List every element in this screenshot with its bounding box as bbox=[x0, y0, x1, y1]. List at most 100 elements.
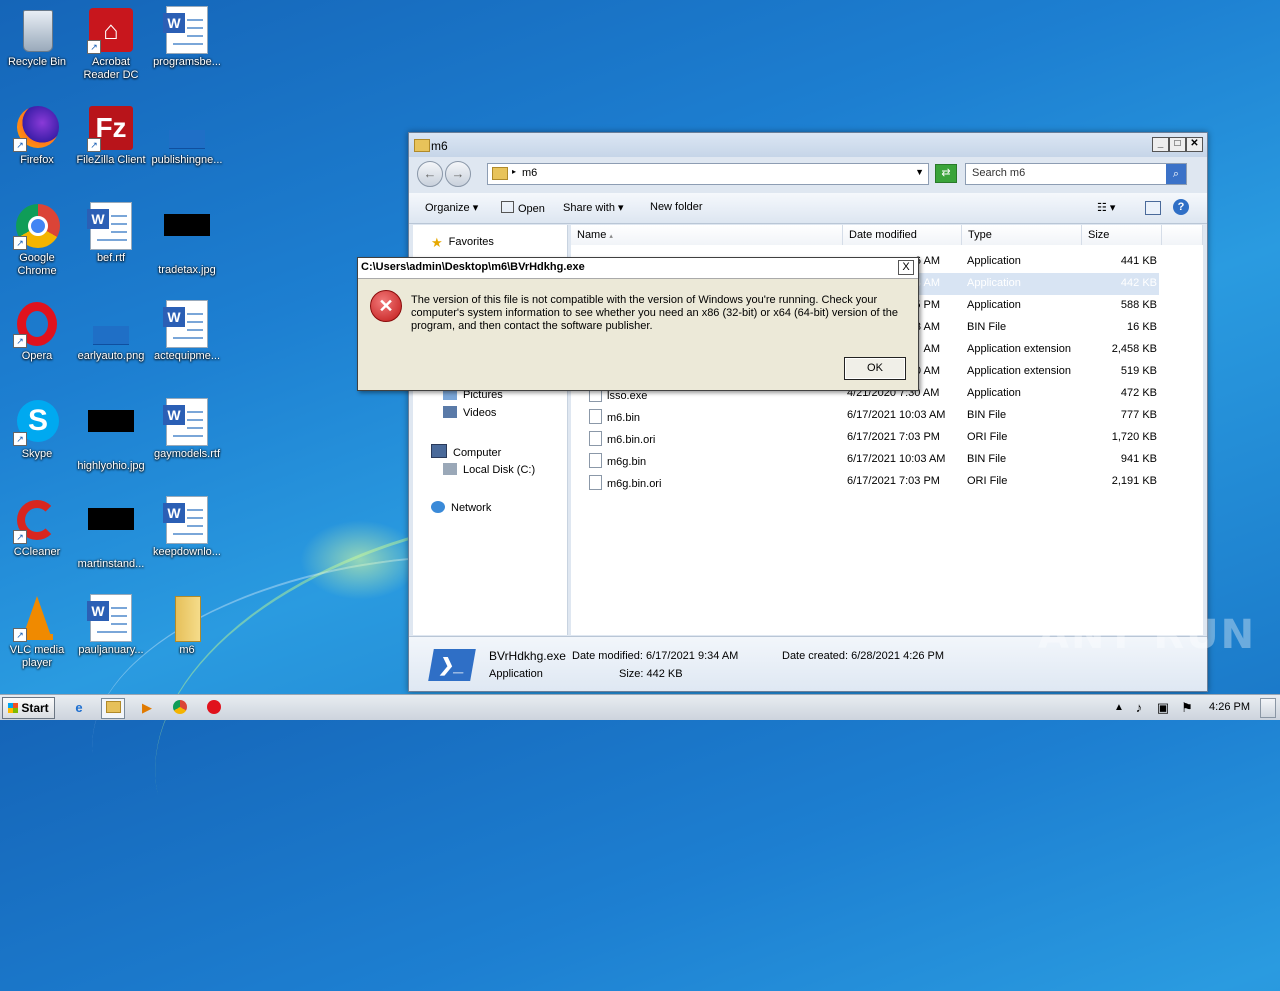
file-size: 941 KB bbox=[1120, 453, 1157, 465]
desktop-icon-tradetax[interactable]: tradetax.jpg bbox=[150, 202, 224, 277]
open-button[interactable]: Open bbox=[501, 201, 545, 215]
table-row[interactable]: m6.bin.ori 6/17/2021 7:03 PM ORI File 1,… bbox=[571, 427, 1203, 449]
volume-icon[interactable]: ♪ bbox=[1128, 698, 1150, 717]
desktop-icon-label: earlyauto.png bbox=[77, 350, 145, 362]
view-options-icon[interactable]: ☷ ▾ bbox=[1097, 201, 1115, 214]
desktop-icon-earlyauto[interactable]: earlyauto.png bbox=[74, 300, 148, 363]
desktop-icon-ccleaner[interactable]: ↗ CCleaner bbox=[0, 496, 74, 559]
table-row[interactable]: m6g.bin 6/17/2021 10:03 AM BIN File 941 … bbox=[571, 449, 1203, 471]
vlc-icon: ↗ bbox=[13, 594, 61, 642]
desktop-icon-skype[interactable]: S ↗ Skype bbox=[0, 398, 74, 461]
file-type: BIN File bbox=[967, 321, 1007, 333]
address-dropdown-icon[interactable]: ▼ bbox=[915, 167, 924, 177]
breadcrumb-arrow-icon[interactable]: ▸ bbox=[512, 167, 516, 176]
shortcut-arrow-icon: ↗ bbox=[87, 138, 101, 152]
nav-favorites[interactable]: ★ Favorites bbox=[431, 235, 494, 250]
desktop-icon-highlyohio[interactable]: highlyohio.jpg bbox=[74, 398, 148, 473]
desktop-icon-publishingne[interactable]: publishingne... bbox=[150, 104, 224, 167]
nav-network[interactable]: Network bbox=[431, 501, 491, 514]
action-center-flag-icon[interactable]: ⚑ bbox=[1176, 698, 1198, 717]
close-button[interactable]: ✕ bbox=[1186, 137, 1203, 152]
maximize-button[interactable]: □ bbox=[1169, 137, 1186, 152]
anyrun-watermark: ANY RUN bbox=[1038, 612, 1257, 658]
command-bar: Organize ▾ Open Share with ▾ New folder … bbox=[409, 193, 1207, 224]
desktop-icon-firefox[interactable]: ↗ Firefox bbox=[0, 104, 74, 167]
desktop-icon-chrome[interactable]: ↗ Google Chrome bbox=[0, 202, 74, 278]
organize-button[interactable]: Organize ▾ bbox=[425, 201, 478, 214]
desktop-icon-recycle-bin[interactable]: Recycle Bin bbox=[0, 6, 74, 69]
opera-icon: ↗ bbox=[13, 300, 61, 348]
desktop-icon-label: tradetax.jpg bbox=[158, 264, 216, 276]
back-button[interactable]: ← bbox=[417, 161, 443, 187]
minimize-button[interactable]: _ bbox=[1152, 137, 1169, 152]
breadcrumb[interactable]: m6 bbox=[522, 167, 537, 179]
desktop-icon-m6[interactable]: m6 bbox=[150, 594, 224, 657]
desktop-icon-martinstand[interactable]: martinstand... bbox=[74, 496, 148, 571]
media-player-icon[interactable]: ▶ bbox=[136, 698, 158, 717]
chrome-taskbar-icon[interactable] bbox=[169, 698, 191, 717]
internet-explorer-icon[interactable]: e bbox=[68, 698, 90, 717]
file-size: 777 KB bbox=[1120, 409, 1157, 421]
nav-local-disk[interactable]: Local Disk (C:) bbox=[443, 463, 535, 476]
search-input[interactable]: Search m6 ⌕ bbox=[965, 163, 1187, 185]
ok-button[interactable]: OK bbox=[844, 357, 906, 380]
image-file-icon bbox=[163, 104, 211, 152]
table-row[interactable]: m6.bin 6/17/2021 10:03 AM BIN File 777 K… bbox=[571, 405, 1203, 427]
column-header-name[interactable]: Name ▴ bbox=[571, 225, 843, 245]
word-document-icon: W bbox=[163, 496, 211, 544]
preview-pane-icon[interactable] bbox=[1145, 201, 1161, 215]
desktop-icon-vlc[interactable]: ↗ VLC media player bbox=[0, 594, 74, 670]
tray-expand-icon[interactable]: ▲ bbox=[1108, 698, 1130, 717]
desktop-icon-label: Google Chrome bbox=[17, 252, 57, 277]
forward-button[interactable]: → bbox=[445, 161, 471, 187]
desktop-icon-programsbe[interactable]: W programsbe... bbox=[150, 6, 224, 69]
taskbar-clock[interactable]: 4:26 PM bbox=[1209, 701, 1250, 713]
desktop-icon-pauljanuary[interactable]: W pauljanuary... bbox=[74, 594, 148, 657]
explorer-title-bar[interactable]: m6 _ □ ✕ bbox=[409, 133, 1207, 157]
network-tray-icon[interactable]: ▣ bbox=[1152, 698, 1174, 717]
desktop-icon-filezilla[interactable]: Fz ↗ FileZilla Client bbox=[74, 104, 148, 167]
desktop-icon-actequipme[interactable]: W actequipme... bbox=[150, 300, 224, 363]
new-folder-button[interactable]: New folder bbox=[650, 201, 703, 213]
start-button[interactable]: Start bbox=[2, 697, 55, 719]
dialog-title-bar[interactable]: C:\Users\admin\Desktop\m6\BVrHdkhg.exe X bbox=[358, 258, 918, 279]
file-name: m6.bin bbox=[589, 409, 640, 424]
desktop-icon-label: Skype bbox=[21, 448, 53, 460]
word-document-icon: W bbox=[163, 300, 211, 348]
videos-icon bbox=[443, 406, 457, 418]
table-row[interactable]: m6g.bin.ori 6/17/2021 7:03 PM ORI File 2… bbox=[571, 471, 1203, 493]
opera-taskbar-icon[interactable] bbox=[203, 698, 225, 717]
desktop-icon-gaymodels[interactable]: W gaymodels.rtf bbox=[150, 398, 224, 461]
file-size: 1,720 KB bbox=[1111, 431, 1157, 443]
nav-computer[interactable]: Computer bbox=[431, 444, 501, 459]
share-with-button[interactable]: Share with ▾ bbox=[563, 201, 624, 214]
desktop-icon-label: m6 bbox=[179, 644, 195, 656]
desktop-icon-label: highlyohio.jpg bbox=[77, 460, 145, 472]
search-icon[interactable]: ⌕ bbox=[1166, 164, 1186, 184]
file-icon bbox=[589, 409, 602, 424]
address-bar[interactable]: ▸ m6 ▼ bbox=[487, 163, 929, 185]
file-name: m6g.bin bbox=[589, 453, 646, 468]
refresh-icon[interactable]: ⇄ bbox=[935, 164, 957, 183]
dialog-close-button[interactable]: X bbox=[898, 260, 914, 275]
file-size: 2,458 KB bbox=[1111, 343, 1157, 355]
wallpaper-glow bbox=[300, 520, 420, 600]
column-header-size[interactable]: Size bbox=[1082, 225, 1162, 245]
desktop-icon-label: FileZilla Client bbox=[76, 154, 146, 166]
file-icon bbox=[589, 453, 602, 468]
show-desktop-button[interactable] bbox=[1260, 698, 1276, 718]
dialog-message: The version of this file is not compatib… bbox=[411, 294, 898, 332]
explorer-taskbar-icon[interactable] bbox=[101, 698, 125, 719]
help-icon[interactable]: ? bbox=[1173, 199, 1189, 215]
column-header-type[interactable]: Type bbox=[962, 225, 1082, 245]
file-icon bbox=[589, 475, 602, 490]
desktop-icon-bef-rtf[interactable]: W bef.rtf bbox=[74, 202, 148, 265]
details-size: Size: 442 KB bbox=[619, 668, 683, 680]
column-header-date[interactable]: Date modified bbox=[843, 225, 962, 245]
open-icon bbox=[501, 201, 514, 213]
desktop-icon-opera[interactable]: ↗ Opera bbox=[0, 300, 74, 363]
nav-videos[interactable]: Videos bbox=[443, 406, 496, 419]
desktop-icon-keepdownlo[interactable]: W keepdownlo... bbox=[150, 496, 224, 559]
shortcut-arrow-icon: ↗ bbox=[13, 628, 27, 642]
desktop-icon-acrobat[interactable]: ⌂ ↗ Acrobat Reader DC bbox=[74, 6, 148, 82]
